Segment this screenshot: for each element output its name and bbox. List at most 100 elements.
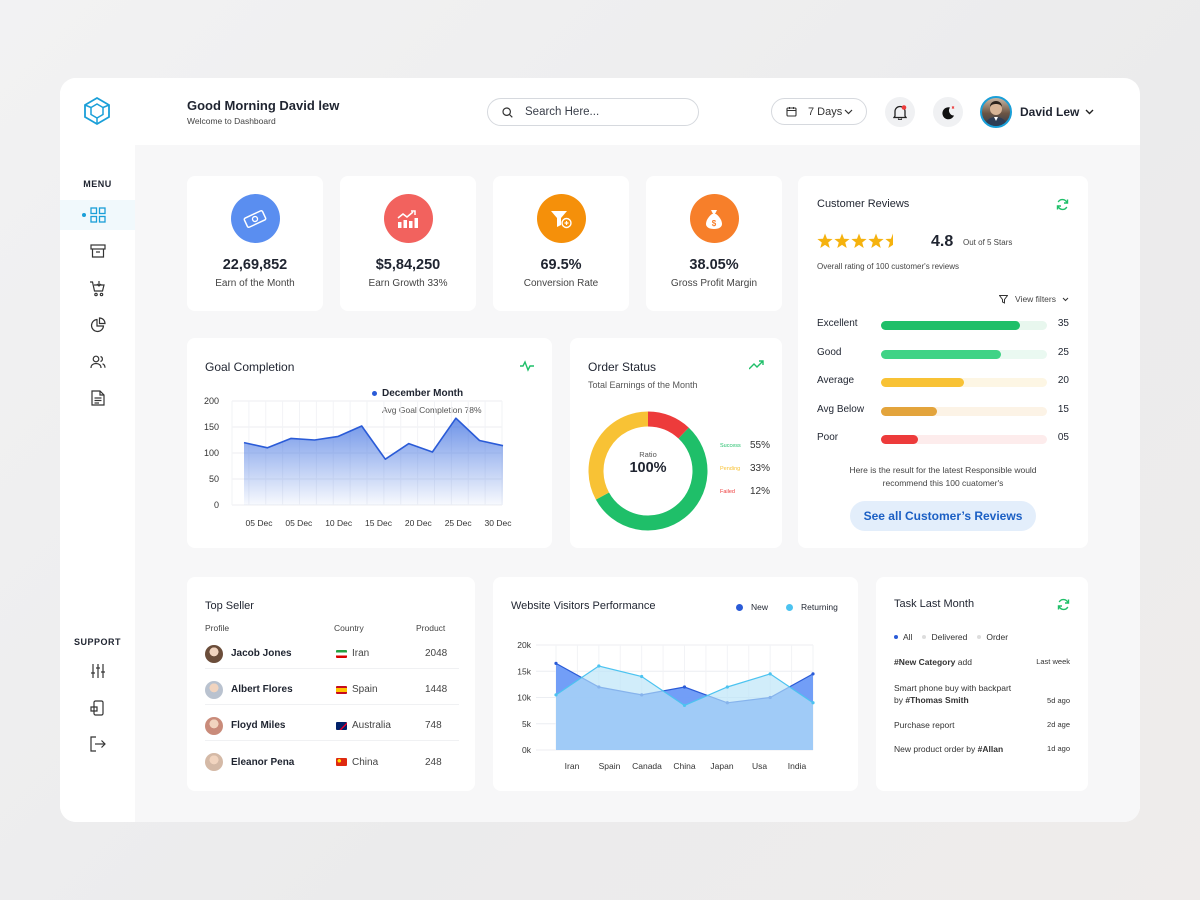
support-label: SUPPORT [73,637,121,647]
legend-name: Pending [720,466,741,472]
date-range-value: 7 Days [808,105,843,118]
task-item[interactable]: New product order by #Allan 1d ago [894,744,1070,754]
sidebar-item-settings[interactable] [60,656,135,686]
view-filters-button[interactable]: View filters [999,294,1069,304]
seller-product-count: 748 [425,720,442,731]
task-text: by [894,695,906,705]
tab-all[interactable]: All [894,632,912,642]
task-item[interactable]: Smart phone buy with backpart by #Thomas… [894,682,1070,706]
seller-country: Spain [352,684,378,695]
user-name: David Lew [1020,105,1080,119]
legend-item-pending: Pending 33% [720,463,770,475]
user-menu[interactable]: David Lew [980,96,1094,128]
x-tick-label: Canada [632,761,662,771]
customer-reviews-card: Customer Reviews 4.8 Out of 5 Stars Over… [798,176,1088,548]
task-item[interactable]: #New Category add Last week [894,657,1070,667]
seller-avatar [205,680,223,699]
card-title: Top Seller [205,600,254,612]
cube-logo-icon[interactable] [82,96,112,126]
sidebar-item-archive[interactable] [60,236,135,266]
seller-row[interactable]: Albert Flores Spain 1448 [205,675,459,705]
svg-text:$: $ [712,219,717,228]
device-icon [89,700,104,716]
x-tick-label: 30 Dec [485,518,513,528]
seller-country: Australia [352,720,391,731]
y-tick-label: 0 [214,500,219,510]
seller-row[interactable]: Eleanor Pena China 248 [205,747,459,777]
refresh-icon[interactable] [1057,598,1070,611]
tab-dot [977,635,982,639]
sidebar-item-analytics[interactable] [60,310,135,340]
data-point [554,693,558,697]
theme-toggle-button[interactable] [933,97,963,127]
stat-card-conversion[interactable]: 69.5% Conversion Rate [493,176,629,311]
user-avatar [980,96,1012,128]
stat-label: Earn of the Month [215,278,295,289]
funnel-icon [536,194,586,243]
website-visitors-card: Website Visitors Performance New Returni… [493,577,858,791]
sidebar-item-dashboard[interactable] [60,200,135,230]
data-point [768,672,772,676]
stat-card-earn-month[interactable]: 22,69,852 Earn of the Month [187,176,323,311]
legend-value: 33% [749,463,770,474]
tab-label: Order [986,632,1009,642]
refresh-icon[interactable] [1056,198,1069,211]
flag-icon [336,721,347,730]
sidebar-item-logout[interactable] [60,729,135,759]
calendar-icon [786,107,797,117]
moon-icon [941,105,954,119]
sidebar-item-device[interactable] [60,693,135,723]
x-tick-label: 05 Dec [246,518,274,528]
flag-icon [336,649,347,658]
data-point [811,672,815,676]
stat-card-profit-margin[interactable]: $ 38.05% Gross Profit Margin [646,176,782,311]
stat-value: $5,84,250 [375,257,441,273]
task-last-month-card: Task Last Month All Delivered Order #New… [876,577,1088,791]
dashboard-icon [89,207,106,223]
x-tick-label: Iran [565,761,580,771]
task-item[interactable]: Purchase report 2d age [894,720,1070,730]
column-header-product: Product [416,623,446,633]
review-row-poor: Poor 05 [817,432,1069,446]
sidebar-item-documents[interactable] [60,383,135,413]
tab-label: All [903,632,913,642]
search-box[interactable] [487,98,699,126]
see-all-reviews-button[interactable]: See all Customer’s Reviews [850,501,1036,531]
seller-avatar [205,716,223,735]
task-time: 1d ago [1047,744,1070,753]
filter-icon [999,294,1009,304]
stat-card-earn-growth[interactable]: $5,84,250 Earn Growth 33% [340,176,476,311]
tab-delivered[interactable]: Delivered [922,632,967,642]
date-range-select[interactable]: 7 Days [771,98,867,125]
tab-dot [922,635,927,639]
task-text: New product order by [894,744,978,754]
chart-pie-icon [90,317,106,333]
tab-order[interactable]: Order [977,632,1008,642]
chevron-down-icon [844,109,853,114]
notifications-button[interactable] [885,97,915,127]
review-bar-track [881,321,1047,330]
sidebar-item-cart[interactable] [60,273,135,303]
chevron-down-icon [1062,297,1069,301]
seller-row[interactable]: Floyd Miles Australia 748 [205,711,459,741]
review-bar-fill [881,406,938,416]
donut-slice-success [595,427,708,531]
stat-value: 22,69,852 [222,257,288,273]
stat-label: Earn Growth 33% [368,278,448,289]
stat-label: Gross Profit Margin [670,278,758,289]
x-tick-label: 25 Dec [445,518,473,528]
main-content: 22,69,852 Earn of the Month $5,84,250 Ea… [135,145,1140,822]
search-input[interactable] [525,106,675,118]
order-status-card: Order Status Total Earnings of the Month… [570,338,782,548]
task-time: Last week [1036,657,1070,666]
menu-label: MENU [83,179,112,189]
review-row-excellent: Excellent 35 [817,318,1069,332]
sidebar-item-users[interactable] [60,347,135,377]
review-row-avg-below: Avg Below 15 [817,404,1069,418]
star-icon [834,233,850,248]
view-filters-label: View filters [1015,294,1056,304]
seller-avatar [205,644,223,663]
seller-row[interactable]: Jacob Jones Iran 2048 [205,639,459,669]
review-row-good: Good 25 [817,347,1069,361]
seller-name: Albert Flores [231,684,293,695]
